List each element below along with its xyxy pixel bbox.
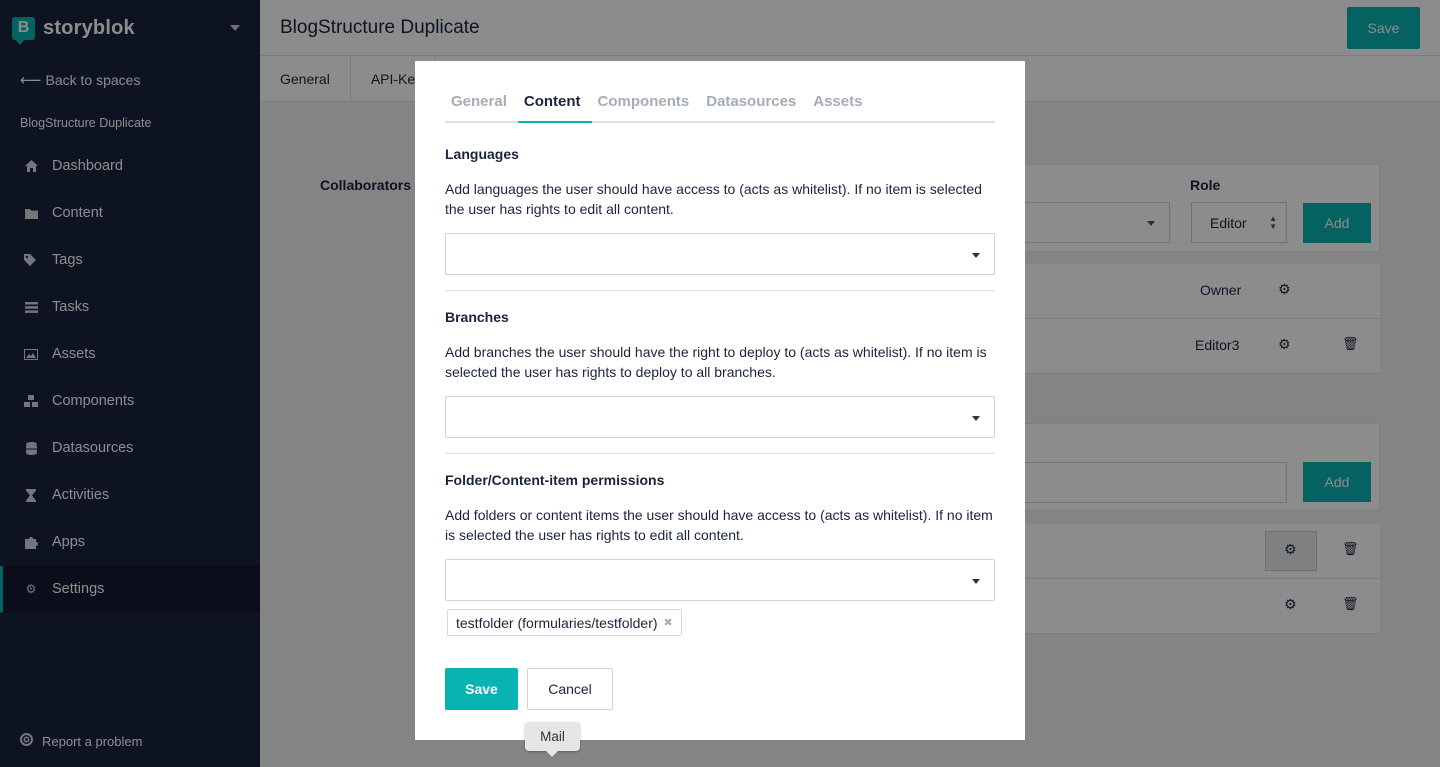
tab-assets[interactable]: Assets <box>807 83 873 123</box>
branches-title: Branches <box>445 309 509 325</box>
chevron-down-icon <box>972 416 980 421</box>
close-icon[interactable]: ✖ <box>664 616 673 629</box>
chevron-down-icon <box>972 253 980 258</box>
chip-label: testfolder (formularies/testfolder) <box>456 614 658 631</box>
branches-select[interactable] <box>445 396 995 438</box>
folders-section: Folder/Content-item permissions Add fold… <box>445 472 995 601</box>
modal-cancel-button[interactable]: Cancel <box>527 668 613 710</box>
folders-description: Add folders or content items the user sh… <box>445 507 993 543</box>
divider <box>445 290 995 291</box>
permissions-modal: General Content Components Datasources A… <box>415 61 1025 740</box>
tab-general[interactable]: General <box>445 83 518 123</box>
mail-tooltip: Mail <box>525 722 580 757</box>
divider <box>445 453 995 454</box>
languages-description: Add languages the user should have acces… <box>445 181 982 217</box>
folders-title: Folder/Content-item permissions <box>445 472 665 488</box>
folder-chip: testfolder (formularies/testfolder) ✖ <box>447 609 682 636</box>
tab-components[interactable]: Components <box>592 83 701 123</box>
tab-content[interactable]: Content <box>517 83 592 123</box>
languages-title: Languages <box>445 146 519 162</box>
languages-section: Languages Add languages the user should … <box>445 146 995 275</box>
branches-description: Add branches the user should have the ri… <box>445 344 987 380</box>
branches-section: Branches Add branches the user should ha… <box>445 309 995 438</box>
languages-select[interactable] <box>445 233 995 275</box>
chevron-down-icon <box>972 579 980 584</box>
folders-select[interactable] <box>445 559 995 601</box>
modal-save-button[interactable]: Save <box>445 668 518 710</box>
modal-tabs: General Content Components Datasources A… <box>445 83 995 123</box>
tab-datasources[interactable]: Datasources <box>700 83 807 123</box>
